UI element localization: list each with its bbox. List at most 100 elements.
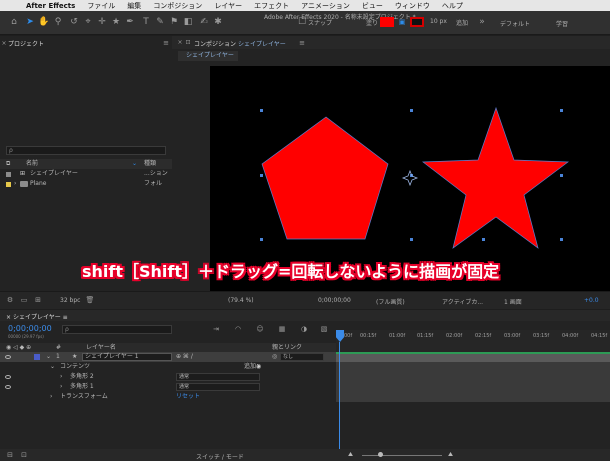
interpret-footage-icon[interactable]: ⚙	[4, 294, 16, 306]
new-composition-icon[interactable]: ⊞	[32, 294, 44, 306]
pentagon-shape[interactable]	[261, 116, 389, 240]
pan-behind-tool-icon[interactable]: ✛	[96, 16, 108, 28]
parent-link-header[interactable]: 親とリンク	[272, 343, 302, 352]
expand-arrow-icon[interactable]: ⌄	[50, 362, 55, 372]
brush-tool-icon[interactable]: ✎	[154, 16, 166, 28]
shy-layers-icon[interactable]: ☺	[254, 323, 266, 335]
visibility-eye-icon[interactable]	[5, 375, 11, 379]
menu-animation[interactable]: アニメーション	[301, 1, 350, 11]
time-ruler[interactable]: 00f 00:15f 01:00f 01:15f 02:00f 02:15f 0…	[336, 330, 610, 352]
workspace-learn[interactable]: 学習	[556, 19, 568, 28]
zoom-in-icon[interactable]: ⛰	[448, 451, 453, 459]
expand-arrow-icon[interactable]: ⌄	[46, 352, 51, 362]
selection-tool-icon[interactable]: ➤	[24, 16, 36, 28]
blend-mode-dropdown[interactable]: 通常	[176, 373, 260, 381]
expand-arrow-icon[interactable]: ›	[60, 382, 62, 392]
folder-icon[interactable]: ▭	[18, 294, 30, 306]
menu-file[interactable]: ファイル	[87, 1, 115, 11]
add-shape-icon[interactable]: ◉	[256, 362, 261, 372]
footer-timecode[interactable]: 0;00;00;00	[318, 297, 351, 304]
switch-mode-toggle[interactable]: スイッチ / モード	[196, 452, 244, 461]
expand-arrow-icon[interactable]: ›	[50, 392, 52, 402]
camera-dropdown[interactable]: アクティブカ...	[442, 297, 483, 306]
label-column-icon[interactable]: ⧉	[6, 159, 10, 169]
panel-menu-icon[interactable]: ≡	[296, 37, 308, 49]
motion-blur-icon[interactable]: ◑	[298, 323, 310, 335]
timeline-timecode[interactable]: 0;00;00;00	[8, 324, 52, 333]
pick-whip-icon[interactable]: ◎	[272, 352, 277, 362]
views-dropdown[interactable]: 1 画面	[504, 297, 522, 306]
expand-arrow-icon[interactable]: ›	[14, 179, 16, 189]
lock-icon[interactable]: ⊡	[184, 37, 192, 49]
visibility-eye-icon[interactable]	[5, 385, 11, 389]
reset-link[interactable]: リセット	[176, 392, 200, 402]
layer-name[interactable]: シェイプレイヤー 1	[82, 353, 172, 361]
fill-color-swatch[interactable]	[380, 17, 394, 27]
rotate-tool-icon[interactable]: ↺	[68, 16, 80, 28]
project-tab[interactable]: プロジェクト	[8, 39, 44, 48]
label-color-chip[interactable]	[34, 354, 40, 360]
menu-window[interactable]: ウィンドウ	[395, 1, 430, 11]
graph-editor-icon[interactable]: ▧	[318, 323, 330, 335]
time-zoom-slider[interactable]	[362, 455, 442, 456]
resolution-dropdown[interactable]: (フル画質)	[376, 297, 405, 306]
polygon-row[interactable]: › 多角形 1 通常	[0, 382, 336, 392]
camera-tool-icon[interactable]: ⌖	[82, 16, 94, 28]
stroke-options-icon[interactable]: ▣	[396, 16, 408, 28]
blend-mode-dropdown[interactable]: 通常	[176, 383, 260, 391]
parent-dropdown[interactable]: なし	[280, 353, 324, 361]
zoom-dropdown[interactable]: (79.4 %)	[228, 297, 254, 304]
hand-tool-icon[interactable]: ✋	[38, 16, 50, 28]
sort-chevron-icon[interactable]: ⌄	[132, 159, 137, 169]
stroke-color-swatch[interactable]	[410, 17, 424, 27]
fill-label[interactable]: 塗り	[366, 18, 378, 27]
layer-row[interactable]: ⌄ 1 ★ シェイプレイヤー 1 ⊕ ⌘ / ◎ なし	[0, 352, 336, 362]
pen-tool-icon[interactable]: ✒	[124, 16, 136, 28]
draft-3d-icon[interactable]: ◠	[232, 323, 244, 335]
modes-toggle-icon[interactable]: ⊡	[18, 449, 30, 461]
time-zoom-knob[interactable]	[378, 452, 383, 457]
trash-icon[interactable]: 🗑	[84, 294, 96, 306]
workspace-default[interactable]: デフォルト	[500, 19, 530, 28]
eraser-tool-icon[interactable]: ◧	[182, 16, 194, 28]
current-time-indicator[interactable]	[339, 342, 340, 454]
type-tool-icon[interactable]: T	[140, 16, 152, 28]
anchor-point-icon[interactable]	[401, 169, 419, 187]
project-item[interactable]: ⊞ シェイプレイヤー ...ション	[0, 169, 172, 179]
expand-icon[interactable]: »	[476, 16, 488, 28]
menu-view[interactable]: ビュー	[362, 1, 383, 11]
layer-switches-toggle-icon[interactable]: ⊟	[4, 449, 16, 461]
menu-effect[interactable]: エフェクト	[254, 1, 289, 11]
visibility-eye-icon[interactable]	[5, 355, 11, 359]
project-item[interactable]: › Plane フォル	[0, 179, 172, 189]
zoom-tool-icon[interactable]: ⚲	[52, 16, 64, 28]
puppet-tool-icon[interactable]: ✱	[212, 16, 224, 28]
zoom-out-icon[interactable]: ⛰	[348, 451, 353, 459]
type-column-header[interactable]: 種類	[144, 159, 156, 169]
menu-app-name[interactable]: After Effects	[26, 2, 75, 10]
composition-flowchart-icon[interactable]: ⇥	[210, 323, 222, 335]
composition-viewer[interactable]	[210, 66, 610, 291]
menu-composition[interactable]: コンポジション	[153, 1, 202, 11]
composition-sub-tab[interactable]: シェイプレイヤー	[178, 51, 238, 61]
expand-arrow-icon[interactable]: ›	[60, 372, 62, 382]
exposure-value[interactable]: +0.0	[584, 297, 599, 304]
stroke-width-value[interactable]: 10 px	[430, 18, 447, 25]
contents-row[interactable]: ⌄ コンテンツ 追加： ◉	[0, 362, 336, 372]
shape-tool-icon[interactable]: ★	[110, 16, 122, 28]
transform-row[interactable]: › トランスフォーム リセット	[0, 392, 336, 402]
layer-name-header[interactable]: レイヤー名	[86, 343, 116, 352]
timeline-tab[interactable]: × シェイプレイヤー ≡	[6, 312, 68, 321]
bpc-label[interactable]: 32 bpc	[60, 297, 80, 304]
menu-edit[interactable]: 編集	[127, 1, 141, 11]
polygon-row[interactable]: › 多角形 2 通常	[0, 372, 336, 382]
menu-help[interactable]: ヘルプ	[442, 1, 463, 11]
timeline-search-input[interactable]: ρ	[62, 325, 172, 334]
project-search-input[interactable]: ρ	[6, 146, 166, 155]
frame-blending-icon[interactable]: ▦	[276, 323, 288, 335]
menu-layer[interactable]: レイヤー	[214, 1, 242, 11]
home-icon[interactable]: ⌂	[8, 16, 20, 28]
close-icon[interactable]: ×	[176, 37, 184, 49]
layer-switches[interactable]: ⊕ ⌘ /	[176, 352, 193, 362]
layer-duration-bar[interactable]	[336, 352, 610, 362]
